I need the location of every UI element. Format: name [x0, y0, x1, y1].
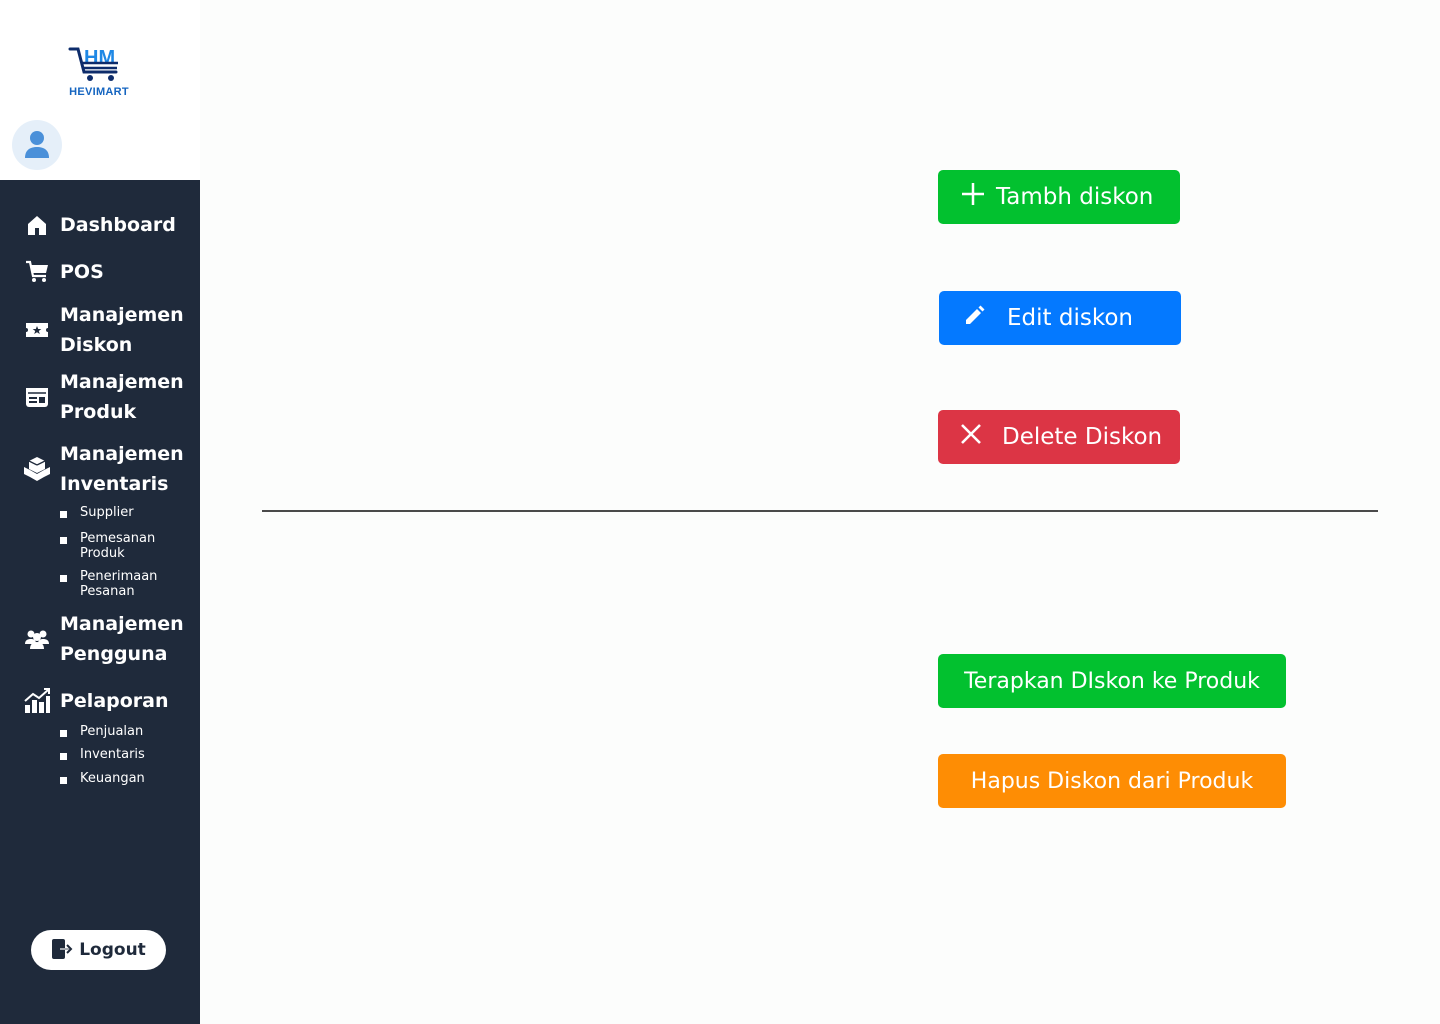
subnav-finance[interactable]: Keuangan [60, 771, 180, 786]
boxes-icon [22, 454, 52, 484]
brand-name: HEVIMART [69, 86, 129, 98]
nav-inventory-label: Manajemen Inventaris [60, 443, 184, 495]
nav-pos[interactable]: POS [22, 257, 192, 287]
sidebar-header: HM HEVIMART [0, 0, 200, 180]
subnav-finance-label: Keuangan [80, 771, 145, 786]
subnav-product-order[interactable]: Pemesanan Produk [60, 531, 180, 561]
avatar[interactable] [12, 120, 62, 170]
home-icon [22, 210, 52, 240]
bullet-icon [60, 575, 67, 582]
edit-discount-button[interactable]: Edit diskon [939, 291, 1181, 345]
bullet-icon [60, 537, 67, 544]
remove-discount-label: Hapus Diskon dari Produk [970, 768, 1254, 794]
sidebar: HM HEVIMART Dashboard POS Manajemen Disk… [0, 0, 200, 1024]
cart-logo-icon: HM [68, 47, 118, 81]
nav-pos-label: POS [60, 261, 104, 283]
delete-discount-button[interactable]: Delete Diskon [938, 410, 1180, 464]
svg-text:HM: HM [84, 47, 115, 69]
product-icon [22, 382, 52, 412]
nav-inventory-management[interactable]: Manajemen Inventaris [22, 439, 192, 499]
subnav-sales[interactable]: Penjualan [60, 724, 180, 739]
nav-dashboard[interactable]: Dashboard [22, 210, 192, 240]
user-icon [25, 131, 49, 158]
remove-discount-from-product-button[interactable]: Hapus Diskon dari Produk [938, 754, 1286, 808]
ticket-icon [22, 315, 52, 345]
bullet-icon [60, 730, 67, 737]
pencil-icon [963, 303, 987, 333]
bullet-icon [60, 511, 67, 518]
add-discount-label: Tambh diskon [996, 184, 1154, 210]
logout-label: Logout [79, 940, 146, 960]
plus-icon [960, 181, 986, 213]
users-icon [22, 624, 52, 654]
add-discount-button[interactable]: Tambh diskon [938, 170, 1180, 224]
nav-product-management[interactable]: Manajemen Produk [22, 367, 192, 427]
logout-icon [51, 938, 73, 963]
subnav-supplier[interactable]: Supplier [60, 505, 180, 520]
brand-logo[interactable]: HM HEVIMART [64, 44, 136, 100]
subnav-order-receipt-label: Penerimaan Pesanan [80, 569, 158, 599]
nav-reporting-label: Pelaporan [60, 690, 169, 712]
nav-dashboard-label: Dashboard [60, 214, 176, 236]
divider [262, 510, 1378, 512]
bullet-icon [60, 753, 67, 760]
nav-discount-label: Manajemen Diskon [60, 304, 184, 356]
subnav-sales-label: Penjualan [80, 724, 144, 739]
chart-icon [22, 686, 52, 716]
bullet-icon [60, 777, 67, 784]
logout-button[interactable]: Logout [31, 930, 166, 970]
nav-user-label: Manajemen Pengguna [60, 613, 184, 665]
nav-user-management[interactable]: Manajemen Pengguna [22, 609, 192, 669]
nav-product-label: Manajemen Produk [60, 371, 184, 423]
nav-discount-management[interactable]: Manajemen Diskon [22, 300, 192, 360]
cart-icon [22, 257, 52, 287]
apply-discount-label: Terapkan DIskon ke Produk [964, 668, 1260, 694]
subnav-product-order-label: Pemesanan Produk [80, 531, 156, 561]
apply-discount-to-product-button[interactable]: Terapkan DIskon ke Produk [938, 654, 1286, 708]
subnav-order-receipt[interactable]: Penerimaan Pesanan [60, 569, 180, 599]
edit-discount-label: Edit diskon [1007, 305, 1133, 331]
close-icon [959, 422, 983, 452]
subnav-inventory-report[interactable]: Inventaris [60, 747, 180, 762]
subnav-supplier-label: Supplier [80, 505, 134, 520]
nav-reporting[interactable]: Pelaporan [22, 686, 192, 716]
subnav-inventory-report-label: Inventaris [80, 747, 145, 762]
delete-discount-label: Delete Diskon [1002, 424, 1163, 450]
